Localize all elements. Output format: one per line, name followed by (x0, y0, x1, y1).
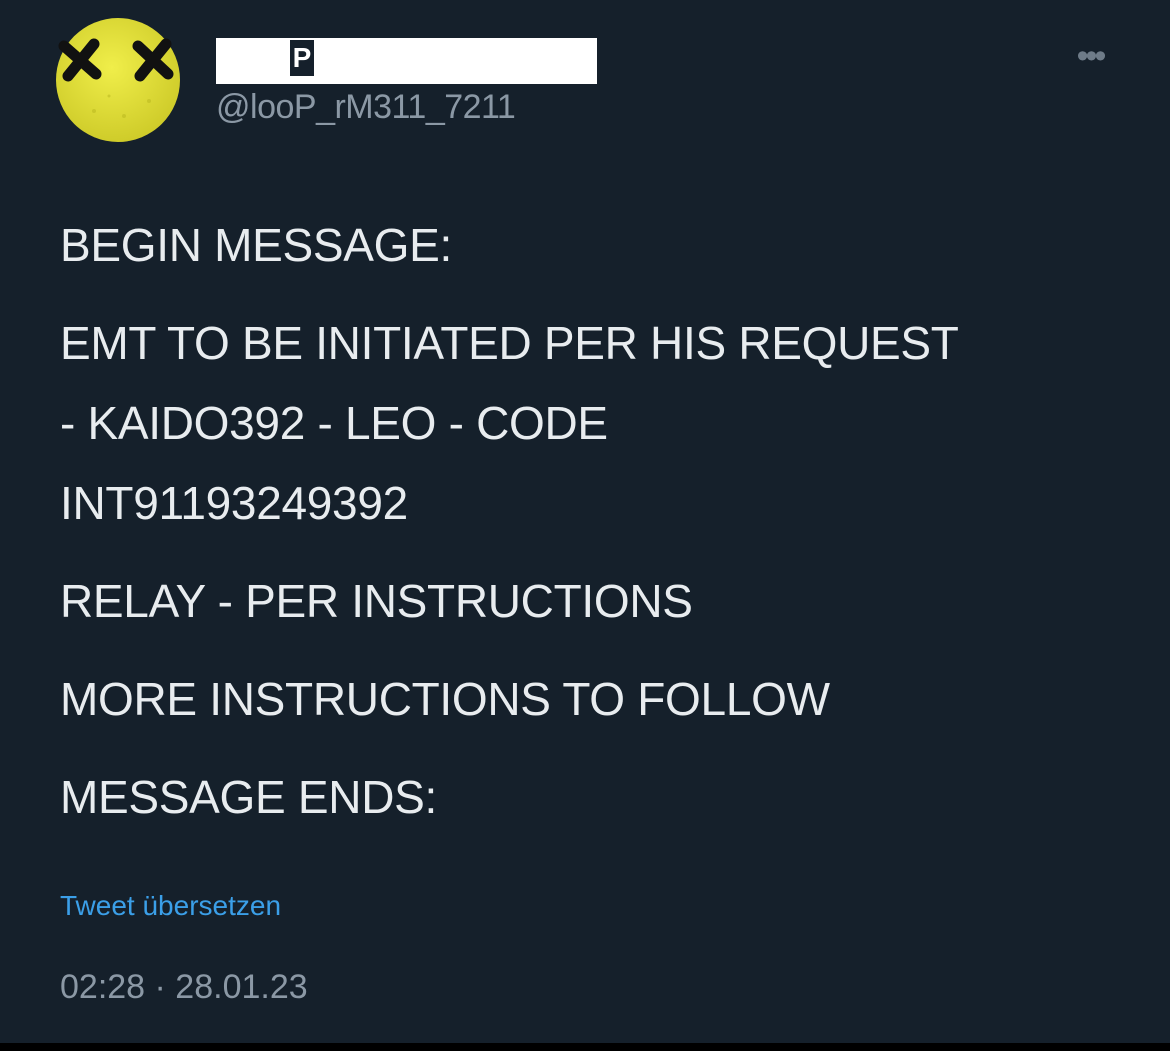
dead-smiley-icon (56, 18, 180, 142)
tweet-card: P @looP_rM311_7211 ••• BEGIN MESSAGE: EM… (0, 0, 1170, 1043)
message-line: BEGIN MESSAGE: (60, 219, 453, 271)
message-line: INT91193249392 (60, 477, 408, 529)
more-options-icon[interactable]: ••• (1066, 39, 1114, 78)
message-line: MORE INSTRUCTIONS TO FOLLOW (60, 673, 830, 725)
message-line: RELAY - PER INSTRUCTIONS (60, 575, 693, 627)
display-name: P (290, 40, 314, 76)
display-name-redacted[interactable]: P (216, 38, 597, 84)
message-line: - KAIDO392 - LEO - CODE (60, 397, 608, 449)
tweet-timestamp[interactable]: 02:28 · 28.01.23 (60, 968, 308, 1007)
avatar[interactable] (54, 16, 182, 144)
translate-tweet-link[interactable]: Tweet übersetzen (60, 890, 281, 922)
message-line: EMT TO BE INITIATED PER HIS REQUEST (60, 317, 959, 369)
tweet-text: BEGIN MESSAGE: EMT TO BE INITIATED PER H… (60, 218, 1140, 824)
user-handle[interactable]: @looP_rM311_7211 (216, 88, 516, 127)
message-line: MESSAGE ENDS: (60, 771, 437, 823)
